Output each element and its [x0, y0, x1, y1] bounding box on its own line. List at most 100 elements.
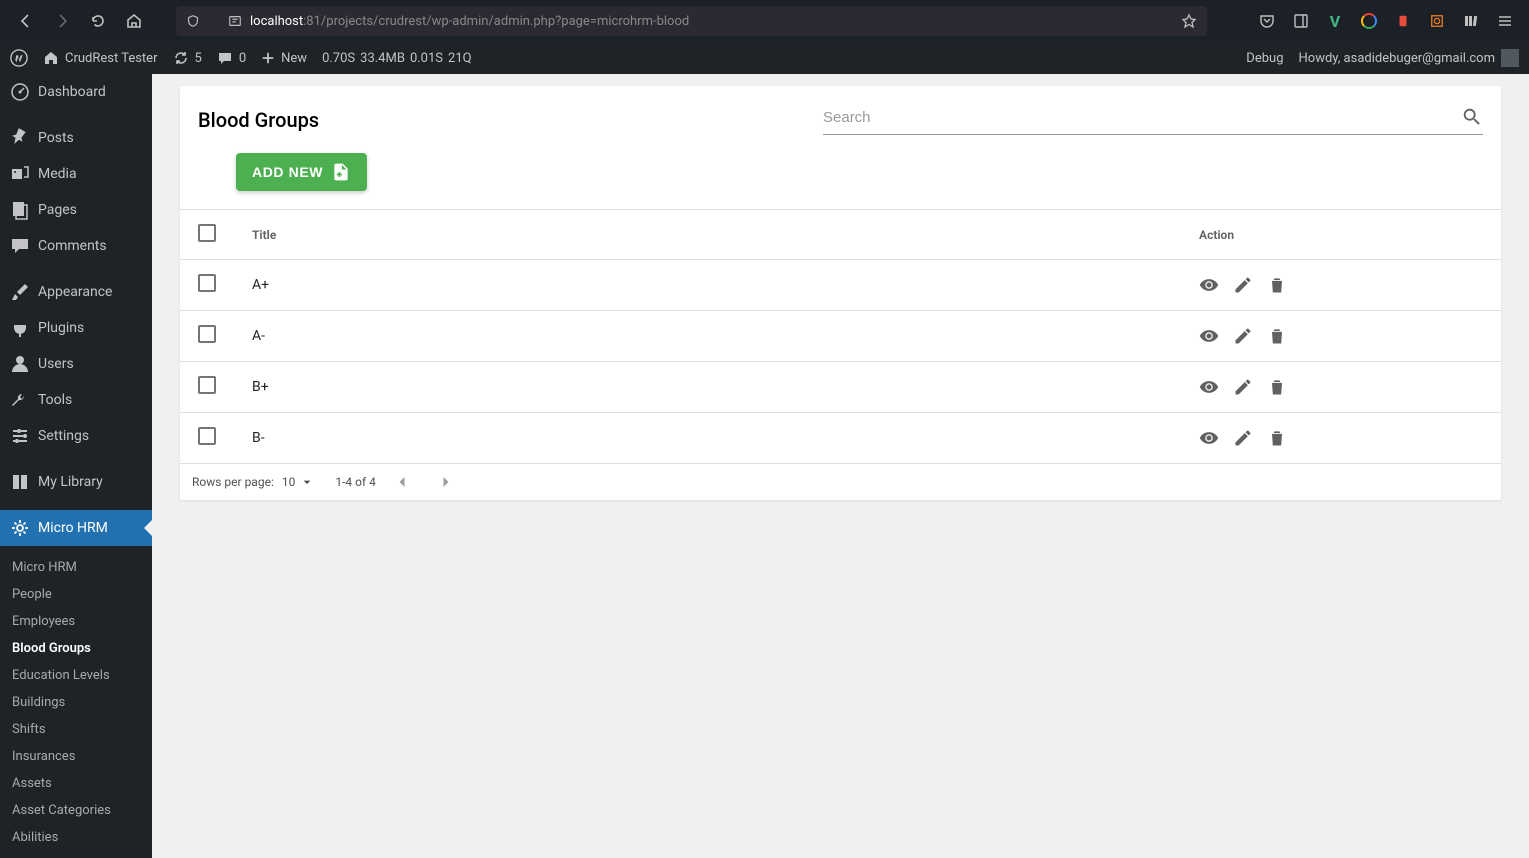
- browser-toolbar: localhost:81/projects/crudrest/wp-admin/…: [0, 0, 1529, 42]
- sidebar-item-dashboard[interactable]: Dashboard: [0, 74, 152, 110]
- wp-admin-bar: CrudRest Tester 5 0 New 0.70S 33.4MB 0.0…: [0, 42, 1529, 74]
- home-button[interactable]: [120, 7, 148, 35]
- sidebar-item-pages[interactable]: Pages: [0, 192, 152, 228]
- bookmark-star-icon[interactable]: [1181, 13, 1197, 29]
- page-title: Blood Groups: [198, 108, 319, 132]
- submenu-item-abilities[interactable]: Abilities: [0, 824, 152, 851]
- query-monitor-mem[interactable]: 33.4MB: [360, 51, 405, 66]
- row-checkbox[interactable]: [198, 325, 216, 343]
- edit-icon[interactable]: [1233, 275, 1253, 295]
- new-link[interactable]: New: [261, 51, 307, 66]
- sidebar-item-label: Pages: [38, 202, 77, 218]
- submenu-item-people[interactable]: People: [0, 581, 152, 608]
- comments-link[interactable]: 0: [217, 50, 246, 66]
- sidebar-item-label: Micro HRM: [38, 520, 108, 536]
- search-icon[interactable]: [1461, 106, 1483, 128]
- menu-button[interactable]: [1493, 9, 1517, 33]
- forward-button[interactable]: [48, 7, 76, 35]
- add-file-icon: [331, 162, 351, 182]
- site-home-link[interactable]: CrudRest Tester: [43, 50, 158, 66]
- sidebar-item-mylibrary[interactable]: My Library: [0, 464, 152, 500]
- search-input[interactable]: [823, 109, 1461, 126]
- account-link[interactable]: Howdy, asadidebuger@gmail.com: [1299, 49, 1520, 67]
- next-page-button[interactable]: [428, 472, 464, 492]
- extension-rainbow-icon[interactable]: [1357, 9, 1381, 33]
- delete-icon[interactable]: [1267, 377, 1287, 397]
- lock-icon: [228, 14, 242, 29]
- delete-icon[interactable]: [1267, 326, 1287, 346]
- query-monitor-queries[interactable]: 21Q: [448, 51, 472, 66]
- sidebar-item-posts[interactable]: Posts: [0, 120, 152, 156]
- updates-link[interactable]: 5: [173, 50, 202, 66]
- delete-icon[interactable]: [1267, 428, 1287, 448]
- debug-link[interactable]: Debug: [1246, 51, 1283, 66]
- query-monitor-time2[interactable]: 0.01S: [410, 51, 443, 66]
- sidebar-item-plugins[interactable]: Plugins: [0, 310, 152, 346]
- edit-icon[interactable]: [1233, 326, 1253, 346]
- sidebar-item-label: Users: [38, 356, 74, 372]
- sidebar-item-tools[interactable]: Tools: [0, 382, 152, 418]
- sidebar-item-appearance[interactable]: Appearance: [0, 274, 152, 310]
- menu-separator: [0, 110, 152, 120]
- reader-icon[interactable]: [1289, 9, 1313, 33]
- submenu-item-asset-categories[interactable]: Asset Categories: [0, 797, 152, 824]
- row-title: B+: [234, 362, 1181, 413]
- submenu-item-buildings[interactable]: Buildings: [0, 689, 152, 716]
- table-row: B+: [180, 362, 1501, 413]
- view-icon[interactable]: [1199, 428, 1219, 448]
- sidebar-submenu: Micro HRMPeopleEmployeesBlood GroupsEduc…: [0, 546, 152, 858]
- view-icon[interactable]: [1199, 326, 1219, 346]
- submenu-item-shifts[interactable]: Shifts: [0, 716, 152, 743]
- column-title: Title: [234, 210, 1181, 260]
- extension-red-icon[interactable]: [1391, 9, 1415, 33]
- submenu-item-insurances[interactable]: Insurances: [0, 743, 152, 770]
- delete-icon[interactable]: [1267, 275, 1287, 295]
- vue-devtools-icon[interactable]: V: [1323, 9, 1347, 33]
- rows-per-page-select[interactable]: 10: [282, 474, 316, 490]
- row-title: B-: [234, 413, 1181, 464]
- search-field[interactable]: [823, 104, 1483, 135]
- sidebar-item-settings[interactable]: Settings: [0, 418, 152, 454]
- extension-orange-icon[interactable]: [1425, 9, 1449, 33]
- sidebar-item-media[interactable]: Media: [0, 156, 152, 192]
- edit-icon[interactable]: [1233, 377, 1253, 397]
- submenu-item-assets[interactable]: Assets: [0, 770, 152, 797]
- submenu-item-employees[interactable]: Employees: [0, 608, 152, 635]
- sidebar-item-microhrm[interactable]: Micro HRM: [0, 510, 152, 546]
- plug-icon: [10, 318, 30, 338]
- sidebar-item-label: Tools: [38, 392, 72, 408]
- table-footer: Rows per page: 10 1-4 of 4: [180, 464, 1501, 500]
- submenu-item-blood-groups[interactable]: Blood Groups: [0, 635, 152, 662]
- sidebar-item-users[interactable]: Users: [0, 346, 152, 382]
- row-checkbox[interactable]: [198, 427, 216, 445]
- prev-page-button[interactable]: [384, 472, 420, 492]
- query-monitor-time[interactable]: 0.70S: [322, 51, 355, 66]
- sidebar-item-label: Settings: [38, 428, 89, 444]
- sidebar-item-label: Appearance: [38, 284, 112, 300]
- submenu-item-education-levels[interactable]: Education Levels: [0, 662, 152, 689]
- view-icon[interactable]: [1199, 275, 1219, 295]
- pagination-range: 1-4 of 4: [335, 475, 376, 489]
- add-new-button[interactable]: ADD NEW: [236, 153, 367, 191]
- sidebar-item-comments[interactable]: Comments: [0, 228, 152, 264]
- pocket-icon[interactable]: [1255, 9, 1279, 33]
- content-card: Blood Groups ADD NEW T: [180, 86, 1501, 500]
- table-row: A+: [180, 260, 1501, 311]
- url-bar[interactable]: localhost:81/projects/crudrest/wp-admin/…: [176, 6, 1207, 36]
- edit-icon[interactable]: [1233, 428, 1253, 448]
- media-icon: [10, 164, 30, 184]
- gear-icon: [10, 518, 30, 538]
- reload-button[interactable]: [84, 7, 112, 35]
- library-icon[interactable]: [1459, 9, 1483, 33]
- submenu-item-microhrm-home[interactable]: Micro HRM: [0, 554, 152, 581]
- brush-icon: [10, 282, 30, 302]
- sidebar-item-label: Media: [38, 166, 77, 182]
- select-all-checkbox[interactable]: [198, 224, 216, 242]
- row-checkbox[interactable]: [198, 376, 216, 394]
- row-checkbox[interactable]: [198, 274, 216, 292]
- back-button[interactable]: [12, 7, 40, 35]
- table-row: A-: [180, 311, 1501, 362]
- view-icon[interactable]: [1199, 377, 1219, 397]
- wp-logo[interactable]: [10, 49, 28, 67]
- menu-separator: [0, 500, 152, 510]
